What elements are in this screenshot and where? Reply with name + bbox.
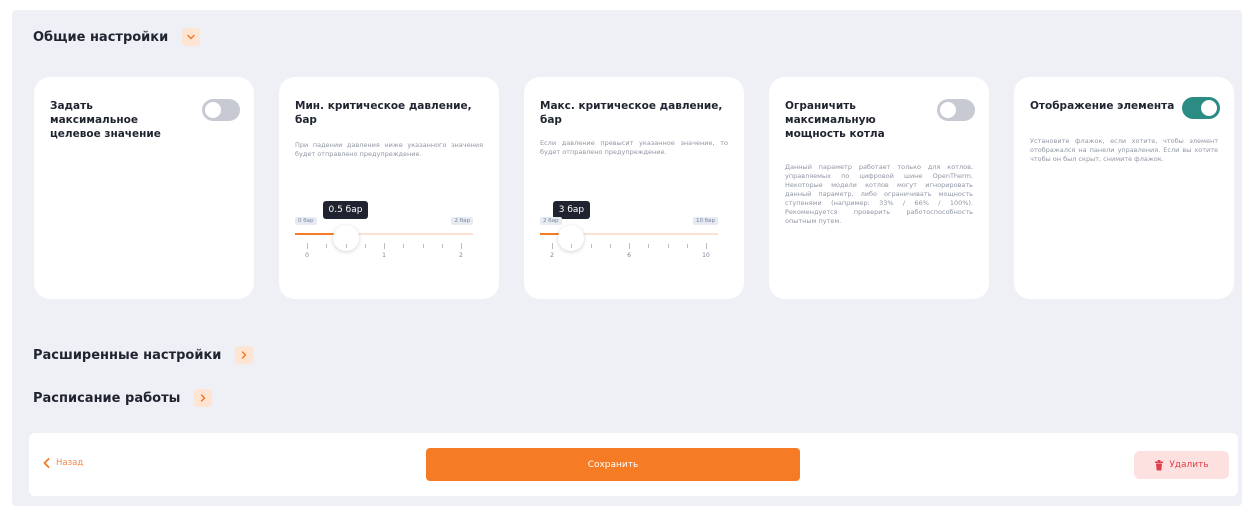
- card-display-element-desc: Установите флажок, если хотите, чтобы эл…: [1030, 137, 1218, 163]
- slider-tick: [667, 244, 669, 248]
- delete-label: Удалить: [1169, 460, 1209, 470]
- slider-tick: [461, 243, 462, 249]
- min-pressure-min-tag: 0 бар: [295, 217, 317, 225]
- slider-tick: [441, 244, 443, 248]
- card-max-pressure: Макс. критическое давление, бар Если дав…: [524, 77, 744, 299]
- card-min-pressure: Мин. критическое давление, бар При паден…: [279, 77, 499, 299]
- section-general-title: Общие настройки: [33, 29, 169, 45]
- slider-tick: [686, 244, 688, 248]
- max-pressure-slider[interactable]: 3 бар 2 бар 10 бар 2 6 10: [540, 201, 718, 271]
- card-display-element: Отображение элемента Установите флажок, …: [1014, 77, 1234, 299]
- slider-tick: [364, 244, 366, 248]
- min-pressure-slider[interactable]: 0.5 бар 0 бар 2 бар 0 1 2: [295, 201, 473, 271]
- slider-tick: [648, 244, 650, 248]
- section-schedule-header[interactable]: Расписание работы: [33, 389, 213, 407]
- slider-tick: [706, 243, 707, 249]
- section-advanced-header[interactable]: Расширенные настройки: [33, 346, 254, 364]
- slider-tick-label: 2: [459, 252, 463, 259]
- card-max-pressure-desc: Если давление превысит указанное значени…: [540, 139, 728, 156]
- slider-tick-label: 1: [382, 252, 386, 259]
- display-element-toggle[interactable]: [1182, 97, 1220, 119]
- max-pressure-max-tag: 10 бар: [692, 217, 718, 225]
- slider-tick: [552, 243, 553, 249]
- slider-tick-label: 6: [627, 252, 631, 259]
- card-max-target: Задать максимальное целевое значение: [34, 77, 254, 299]
- section-general-header[interactable]: Общие настройки: [33, 28, 201, 46]
- min-pressure-max-tag: 2 бар: [451, 217, 473, 225]
- chevron-left-icon: [43, 458, 50, 468]
- slider-tick: [571, 244, 573, 248]
- back-link[interactable]: Назад: [43, 458, 83, 468]
- section-advanced-title: Расширенные настройки: [33, 347, 222, 363]
- card-limit-power-desc: Данный параметр работает только для котл…: [785, 163, 973, 225]
- slider-tick: [403, 244, 405, 248]
- slider-tick-label: 2: [550, 252, 554, 259]
- limit-power-toggle[interactable]: [937, 99, 975, 121]
- action-footer: Назад Сохранить Удалить: [29, 433, 1238, 496]
- slider-tick: [629, 243, 630, 249]
- card-min-pressure-title: Мин. критическое давление, бар: [295, 100, 472, 126]
- max-target-toggle[interactable]: [202, 99, 240, 121]
- card-max-pressure-title: Макс. критическое давление, бар: [540, 100, 723, 126]
- back-label: Назад: [56, 458, 84, 468]
- trash-icon: [1155, 459, 1164, 470]
- min-pressure-value-bubble: 0.5 бар: [322, 201, 369, 219]
- slider-tick: [307, 243, 308, 249]
- card-max-target-title: Задать максимальное целевое значение: [50, 100, 161, 140]
- delete-button[interactable]: Удалить: [1134, 451, 1229, 479]
- slider-tick-label: 0: [305, 252, 309, 259]
- slider-tick: [422, 244, 424, 248]
- card-min-pressure-desc: При падении давления ниже указанного зна…: [295, 141, 483, 158]
- slider-tick-label: 10: [702, 252, 710, 259]
- card-limit-power-title: Ограничить максимальную мощность котла: [785, 100, 885, 140]
- settings-panel: Общие настройки Задать максимальное целе…: [12, 10, 1242, 506]
- card-limit-power: Ограничить максимальную мощность котла Д…: [769, 77, 989, 299]
- slider-tick: [590, 244, 592, 248]
- chevron-down-icon[interactable]: [182, 28, 201, 46]
- slider-tick: [609, 244, 611, 248]
- slider-tick: [345, 244, 347, 248]
- section-schedule-title: Расписание работы: [33, 390, 181, 406]
- chevron-right-icon[interactable]: [235, 346, 254, 364]
- chevron-right-icon[interactable]: [194, 389, 213, 407]
- slider-tick: [384, 243, 385, 249]
- save-button[interactable]: Сохранить: [426, 448, 800, 481]
- max-pressure-min-tag: 2 бар: [540, 217, 562, 225]
- slider-tick: [326, 244, 328, 248]
